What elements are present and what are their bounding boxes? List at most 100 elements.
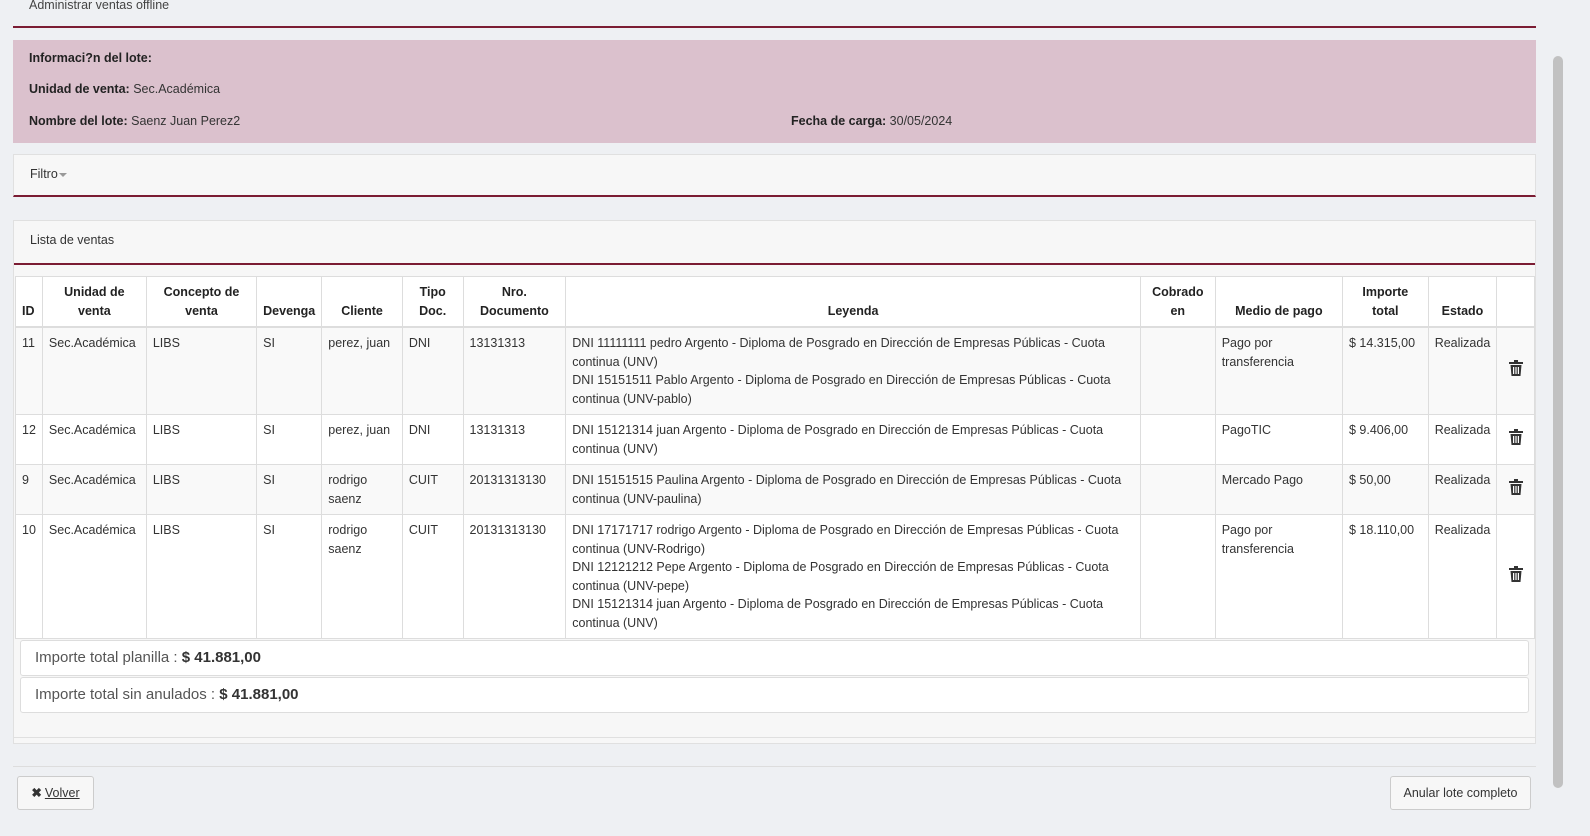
col-leyenda[interactable]: Leyenda	[565, 276, 1141, 328]
filter-label: Filtro	[30, 167, 58, 181]
cell-cliente: rodrigo saenz	[321, 514, 403, 639]
cell-leyenda: DNI 11111111 pedro Argento - Diploma de …	[565, 326, 1141, 415]
table-row: 10 Sec.Académica LIBS SI rodrigo saenz C…	[15, 514, 1535, 639]
volver-label: Volver	[44, 786, 80, 800]
cell-devenga: SI	[256, 414, 323, 465]
leyenda-line: DNI 15151515 Paulina Argento - Diploma d…	[572, 473, 1122, 506]
fecha-label: Fecha de carga:	[791, 114, 887, 128]
cell-actions	[1496, 514, 1535, 639]
col-tipo-doc[interactable]: Tipo Doc.	[401, 276, 464, 328]
cell-leyenda: DNI 15121314 juan Argento - Diploma de P…	[565, 414, 1141, 465]
unidad-label: Unidad de venta:	[29, 82, 130, 96]
col-unidad[interactable]: Unidad de venta	[41, 276, 147, 328]
cell-tipo: CUIT	[401, 464, 464, 515]
total-planilla-value: $ 41.881,00	[181, 649, 261, 666]
trash-icon[interactable]	[1508, 360, 1523, 377]
table-row: 12 Sec.Académica LIBS SI perez, juan DNI…	[15, 414, 1535, 465]
cell-importe: $ 18.110,00	[1341, 514, 1429, 639]
col-medio-pago[interactable]: Medio de pago	[1214, 276, 1343, 328]
lote-fecha: Fecha de carga: 30/05/2024	[791, 114, 952, 128]
cell-concepto: LIBS	[145, 414, 258, 465]
cell-cliente: perez, juan	[321, 326, 403, 415]
sales-panel: Lista de ventas ID Unidad de venta Concep…	[13, 220, 1536, 744]
cell-unidad: Sec.Académica	[41, 414, 147, 465]
cell-cobrado	[1139, 464, 1216, 515]
col-concepto[interactable]: Concepto de venta	[145, 276, 258, 328]
total-planilla-label: Importe total planilla :	[35, 649, 178, 666]
col-cobrado[interactable]: Cobrado en	[1139, 276, 1216, 328]
cell-unidad: Sec.Académica	[41, 326, 147, 415]
col-id[interactable]: ID	[15, 276, 43, 328]
cell-nro: 20131313130	[462, 514, 567, 639]
leyenda-line: DNI 15121314 juan Argento - Diploma de P…	[572, 597, 1104, 630]
anular-lote-button[interactable]: Anular lote completo	[1390, 776, 1531, 810]
col-cliente[interactable]: Cliente	[321, 276, 403, 328]
close-icon: ✖	[31, 786, 42, 800]
trash-icon[interactable]	[1508, 565, 1523, 582]
cell-importe: $ 50,00	[1341, 464, 1429, 515]
cell-concepto: LIBS	[145, 326, 258, 415]
sales-table: ID Unidad de venta Concepto de venta Deven…	[15, 276, 1535, 639]
cell-concepto: LIBS	[145, 464, 258, 515]
cell-actions	[1496, 414, 1535, 465]
filter-panel: Filtro	[13, 154, 1536, 197]
volver-button[interactable]: ✖ Volver	[17, 776, 94, 810]
cell-leyenda: DNI 15151515 Paulina Argento - Diploma d…	[565, 464, 1141, 515]
sales-panel-header: Lista de ventas	[14, 221, 1535, 265]
cell-cliente: rodrigo saenz	[321, 464, 403, 515]
col-estado[interactable]: Estado	[1427, 276, 1498, 328]
table-row: 9 Sec.Académica LIBS SI rodrigo saenz CU…	[15, 464, 1535, 515]
cell-devenga: SI	[256, 514, 323, 639]
col-devenga[interactable]: Devenga	[256, 276, 323, 328]
cell-nro: 13131313	[462, 326, 567, 415]
filter-toggle[interactable]: Filtro	[30, 167, 67, 181]
unidad-value: Sec.Académica	[133, 82, 221, 96]
cell-estado: Realizada	[1427, 414, 1498, 465]
leyenda-line: DNI 11111111 pedro Argento - Diploma de …	[572, 336, 1105, 369]
trash-icon[interactable]	[1508, 478, 1523, 495]
caret-down-icon	[58, 172, 67, 177]
cell-unidad: Sec.Académica	[41, 514, 147, 639]
lote-nombre: Nombre del lote: Saenz Juan Perez2	[29, 114, 240, 128]
cell-tipo: DNI	[401, 414, 464, 465]
col-importe[interactable]: Importe total	[1341, 276, 1429, 328]
total-sin-anulados-label: Importe total sin anulados :	[35, 686, 216, 703]
cell-cobrado	[1139, 514, 1216, 639]
title-divider	[13, 26, 1536, 28]
leyenda-line: DNI 15151511 Pablo Argento - Diploma de …	[572, 373, 1111, 406]
page-title: Administrar ventas offline	[29, 0, 170, 12]
cell-estado: Realizada	[1427, 464, 1498, 515]
cell-tipo: DNI	[401, 326, 464, 415]
sales-panel-title: Lista de ventas	[30, 233, 115, 247]
leyenda-line: DNI 17171717 rodrigo Argento - Diploma d…	[572, 523, 1119, 556]
panel-footer	[14, 737, 1535, 744]
cell-cliente: perez, juan	[321, 414, 403, 465]
nombre-label: Nombre del lote:	[29, 114, 128, 128]
cell-importe: $ 14.315,00	[1341, 326, 1429, 415]
leyenda-line: DNI 15121314 juan Argento - Diploma de P…	[572, 423, 1104, 456]
table-header-row: ID Unidad de venta Concepto de venta Deven…	[15, 276, 1535, 328]
col-nro-doc[interactable]: Nro. Documento	[462, 276, 567, 328]
cell-estado: Realizada	[1427, 326, 1498, 415]
cell-leyenda: DNI 17171717 rodrigo Argento - Diploma d…	[565, 514, 1141, 639]
cell-nro: 13131313	[462, 414, 567, 465]
cell-id: 11	[15, 326, 43, 415]
table-row: 11 Sec.Académica LIBS SI perez, juan DNI…	[15, 326, 1535, 415]
cell-medio: Pago por transferencia	[1214, 326, 1343, 415]
trash-icon[interactable]	[1508, 428, 1523, 445]
cell-nro: 20131313130	[462, 464, 567, 515]
total-planilla: Importe total planilla : $ 41.881,00	[20, 640, 1529, 676]
cell-concepto: LIBS	[145, 514, 258, 639]
footer-divider	[13, 766, 1536, 767]
leyenda-line: DNI 12121212 Pepe Argento - Diploma de P…	[572, 560, 1109, 593]
cell-devenga: SI	[256, 326, 323, 415]
cell-medio: Mercado Pago	[1214, 464, 1343, 515]
cell-id: 10	[15, 514, 43, 639]
nombre-value: Saenz Juan Perez2	[131, 114, 241, 128]
scrollbar[interactable]	[1553, 56, 1563, 788]
total-sin-anulados: Importe total sin anulados : $ 41.881,00	[20, 677, 1529, 713]
cell-actions	[1496, 326, 1535, 415]
lote-info-panel: Informaci?n del lote: Unidad de venta: S…	[13, 40, 1536, 143]
cell-importe: $ 9.406,00	[1341, 414, 1429, 465]
cell-cobrado	[1139, 414, 1216, 465]
